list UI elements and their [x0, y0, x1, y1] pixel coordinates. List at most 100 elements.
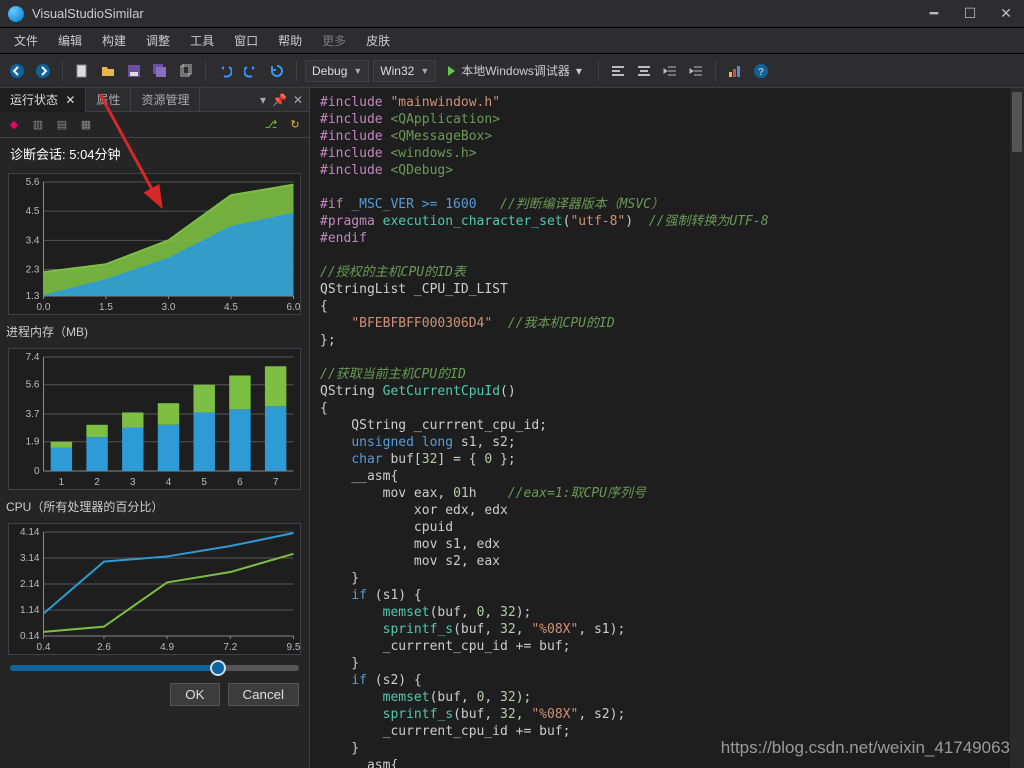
svg-text:1.3: 1.3 — [26, 291, 40, 302]
align-left-icon[interactable] — [607, 60, 629, 82]
menu-adjust[interactable]: 调整 — [136, 28, 180, 53]
tab-properties[interactable]: 属性 — [86, 88, 131, 112]
copy-icon[interactable] — [175, 60, 197, 82]
menu-help[interactable]: 帮助 — [268, 28, 312, 53]
progress-icon[interactable]: ↻ — [287, 117, 303, 133]
svg-text:4.5: 4.5 — [26, 206, 40, 217]
play-icon — [448, 66, 455, 76]
svg-text:3.0: 3.0 — [162, 302, 176, 313]
main-toolbar: Debug▼ Win32▼ 本地Windows调试器▾ ? — [0, 54, 1024, 88]
svg-text:6.0: 6.0 — [287, 302, 300, 313]
svg-text:4: 4 — [166, 477, 172, 488]
nav-fwd-button[interactable] — [32, 60, 54, 82]
redo-icon[interactable] — [240, 60, 262, 82]
svg-text:1.5: 1.5 — [99, 302, 113, 313]
ok-button[interactable]: OK — [170, 683, 219, 706]
cpu-line-chart: 0.141.142.143.144.140.42.64.97.29.5 — [8, 523, 301, 655]
chart-icon[interactable] — [724, 60, 746, 82]
editor-scrollbar[interactable] — [1010, 88, 1024, 768]
menu-edit[interactable]: 编辑 — [48, 28, 92, 53]
memory-bar-chart: 01.93.75.67.41234567 — [8, 348, 301, 490]
panel-toolbar: ◆ ▥ ▤ ▦ ⎇ ↻ — [0, 112, 309, 138]
svg-text:5.6: 5.6 — [26, 177, 40, 188]
panel-menu-icon[interactable]: ▾ — [260, 93, 266, 107]
svg-text:2.3: 2.3 — [26, 264, 40, 275]
scroll-thumb[interactable] — [1012, 92, 1022, 152]
code-editor[interactable]: #include "mainwindow.h" #include <QAppli… — [310, 88, 1024, 768]
panel-tabs: 运行状态 ✕ 属性 资源管理 ▾ 📌 ✕ — [0, 88, 309, 112]
svg-text:2.6: 2.6 — [97, 642, 111, 653]
tab-run-status[interactable]: 运行状态 ✕ — [0, 88, 86, 112]
memory-chart-title: 进程内存（MB) — [0, 319, 309, 344]
menu-more[interactable]: 更多 — [312, 28, 356, 53]
undo-icon[interactable] — [214, 60, 236, 82]
svg-text:5: 5 — [201, 477, 207, 488]
close-button[interactable]: ✕ — [996, 5, 1016, 22]
outdent-icon[interactable] — [659, 60, 681, 82]
save-all-icon[interactable] — [149, 60, 171, 82]
app-icon — [8, 6, 24, 22]
config-dropdown[interactable]: Debug▼ — [305, 60, 369, 82]
area-chart-svg: 1.3 2.3 3.4 4.5 5.6 0.0 1.5 3.0 4.5 6.0 — [9, 174, 300, 314]
svg-text:3.14: 3.14 — [20, 553, 40, 564]
chevron-down-icon: ▼ — [353, 66, 362, 76]
pin-icon[interactable]: 📌 — [272, 93, 287, 107]
maximize-button[interactable]: ☐ — [960, 5, 980, 22]
slider-thumb[interactable] — [210, 660, 226, 676]
tool-a-icon[interactable]: ▥ — [30, 117, 46, 133]
svg-text:7: 7 — [273, 477, 279, 488]
svg-text:7.4: 7.4 — [26, 352, 40, 363]
menu-file[interactable]: 文件 — [4, 28, 48, 53]
menu-build[interactable]: 构建 — [92, 28, 136, 53]
nav-back-button[interactable] — [6, 60, 28, 82]
svg-text:3.7: 3.7 — [26, 409, 40, 420]
svg-text:4.14: 4.14 — [20, 527, 40, 538]
window-title: VisualStudioSimilar — [32, 6, 924, 21]
indent-icon[interactable] — [685, 60, 707, 82]
menu-tools[interactable]: 工具 — [180, 28, 224, 53]
help-icon[interactable]: ? — [750, 60, 772, 82]
platform-dropdown[interactable]: Win32▼ — [373, 60, 436, 82]
svg-text:9.5: 9.5 — [287, 642, 300, 653]
new-file-icon[interactable] — [71, 60, 93, 82]
svg-text:0: 0 — [34, 466, 40, 477]
branch-icon[interactable]: ⎇ — [263, 117, 279, 133]
cpu-chart-title: CPU（所有处理器的百分比） — [0, 494, 309, 519]
tab-resource-mgmt[interactable]: 资源管理 — [131, 88, 200, 112]
svg-text:2: 2 — [94, 477, 100, 488]
svg-text:6: 6 — [237, 477, 243, 488]
cancel-button[interactable]: Cancel — [228, 683, 300, 706]
menu-skin[interactable]: 皮肤 — [356, 28, 400, 53]
svg-text:0.14: 0.14 — [20, 631, 40, 642]
minimize-button[interactable]: ━ — [924, 5, 944, 22]
chevron-down-icon: ▾ — [576, 64, 582, 78]
svg-text:4.5: 4.5 — [224, 302, 238, 313]
run-debugger-button[interactable]: 本地Windows调试器▾ — [440, 60, 590, 82]
menu-window[interactable]: 窗口 — [224, 28, 268, 53]
svg-text:1.14: 1.14 — [20, 605, 40, 616]
zoom-slider[interactable] — [0, 659, 309, 677]
align-center-icon[interactable] — [633, 60, 655, 82]
svg-text:1: 1 — [59, 477, 65, 488]
tool-c-icon[interactable]: ▦ — [78, 117, 94, 133]
menu-bar: 文件 编辑 构建 调整 工具 窗口 帮助 更多 皮肤 — [0, 28, 1024, 54]
svg-text:3.4: 3.4 — [26, 235, 40, 246]
session-area-chart: 1.3 2.3 3.4 4.5 5.6 0.0 1.5 3.0 4.5 6.0 — [8, 173, 301, 315]
record-icon[interactable]: ◆ — [6, 117, 22, 133]
open-folder-icon[interactable] — [97, 60, 119, 82]
panel-close-icon[interactable]: ✕ — [293, 93, 303, 107]
svg-text:0.0: 0.0 — [37, 302, 51, 313]
diagnostic-session-label: 诊断会话: 5:04分钟 — [0, 138, 309, 169]
line-chart-svg: 0.141.142.143.144.140.42.64.97.29.5 — [9, 524, 300, 654]
svg-text:4.9: 4.9 — [160, 642, 174, 653]
code-content[interactable]: #include "mainwindow.h" #include <QAppli… — [310, 88, 1024, 768]
title-bar: VisualStudioSimilar ━ ☐ ✕ — [0, 0, 1024, 28]
save-icon[interactable] — [123, 60, 145, 82]
refresh-icon[interactable] — [266, 60, 288, 82]
close-icon[interactable]: ✕ — [65, 93, 75, 107]
svg-text:5.6: 5.6 — [26, 380, 40, 391]
bar-chart-svg: 01.93.75.67.41234567 — [9, 349, 300, 489]
svg-text:7.2: 7.2 — [223, 642, 237, 653]
tool-b-icon[interactable]: ▤ — [54, 117, 70, 133]
diagnostics-panel: 运行状态 ✕ 属性 资源管理 ▾ 📌 ✕ ◆ ▥ ▤ ▦ ⎇ ↻ 诊断会话: 5:0… — [0, 88, 310, 768]
